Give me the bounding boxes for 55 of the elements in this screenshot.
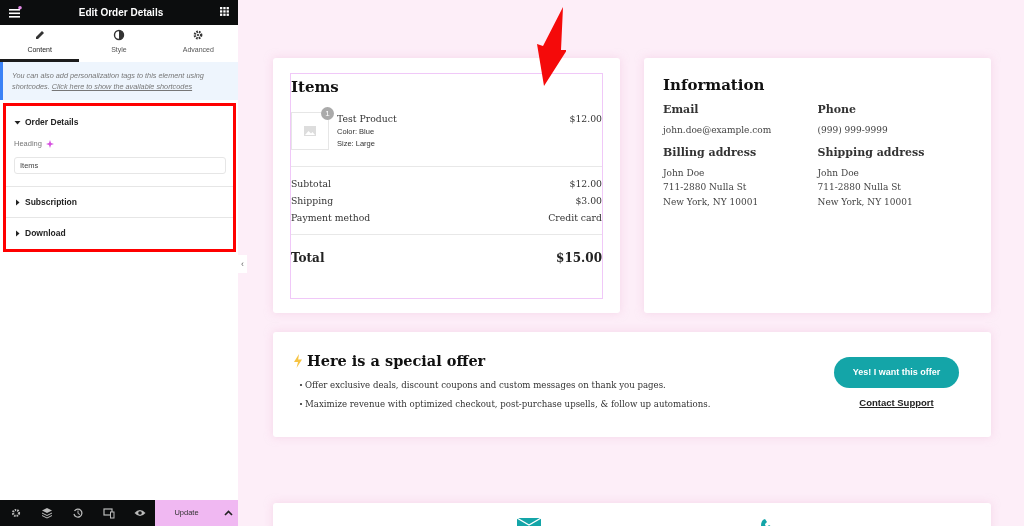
info-value: (999) 999-9999 <box>817 123 889 137</box>
caret-right-icon <box>14 230 21 237</box>
pencil-icon <box>33 28 46 41</box>
editor-title: Edit Order Details <box>78 6 164 20</box>
totals-label: Subtotal <box>291 177 331 191</box>
info-value: john.doe@example.com <box>663 123 773 137</box>
card-heading: Information <box>663 76 766 94</box>
section-header[interactable]: Order Details <box>6 106 233 138</box>
sparkle-icon <box>45 139 54 148</box>
responsive-icon <box>102 507 115 519</box>
offer-bullet: Maximize revenue with optimized checkout, post-purchase upsells, & follow up automations. <box>305 397 711 411</box>
total-label: Total <box>291 250 325 267</box>
chevron-up-icon <box>223 510 233 516</box>
caret-down-icon <box>14 118 21 126</box>
eye-icon <box>133 507 146 519</box>
lightning-icon <box>293 353 303 368</box>
info-label: Billing address <box>663 145 758 161</box>
settings-icon <box>9 507 22 519</box>
menu-button[interactable] <box>8 5 22 20</box>
bullet-icon <box>299 382 305 389</box>
totals-label: Shipping <box>291 194 334 208</box>
info-value: 711-2880 Nulla St <box>663 181 748 194</box>
layers-icon <box>40 507 53 519</box>
image-placeholder-icon <box>304 126 316 136</box>
card-heading: Items <box>291 78 340 96</box>
contrast-icon <box>113 28 125 41</box>
section-header[interactable]: Subscription <box>6 187 233 218</box>
offer-bullet: Offer exclusive deals, discount coupons and custom messages on thank you pages. <box>305 378 666 392</box>
totals-label: Payment method <box>291 211 371 225</box>
totals-value: $12.00 <box>569 177 602 191</box>
info-value: John Doe <box>663 166 706 180</box>
grid-icon <box>220 7 230 18</box>
collapse-handle[interactable]: ‹ <box>238 255 247 273</box>
info-value: 711-2880 Nulla St <box>817 181 902 194</box>
info-label: Shipping address <box>817 145 926 161</box>
section-header[interactable]: Download <box>6 218 233 249</box>
expand-button[interactable] <box>218 500 238 526</box>
contact-support-link[interactable]: Contact Support <box>859 396 934 411</box>
info-value: New York, NY 10001 <box>663 195 760 209</box>
quantity-badge: 1 <box>321 107 334 120</box>
total-value: $15.00 <box>556 250 602 267</box>
product-name: Test Product <box>337 112 398 126</box>
totals-value: $3.00 <box>575 194 602 208</box>
info-value: John Doe <box>817 166 860 180</box>
info-label: Email <box>663 102 700 118</box>
info-label: Phone <box>817 102 858 118</box>
bullet-icon <box>299 401 305 408</box>
gear-icon <box>192 28 205 41</box>
menu-icon <box>8 6 22 19</box>
caret-right-icon <box>14 198 21 206</box>
totals-value: Credit card <box>548 211 602 225</box>
history-icon <box>71 507 84 519</box>
info-value: New York, NY 10001 <box>817 195 914 209</box>
product-price: $12.00 <box>569 112 602 126</box>
offer-heading: Here is a special offer <box>307 351 486 371</box>
